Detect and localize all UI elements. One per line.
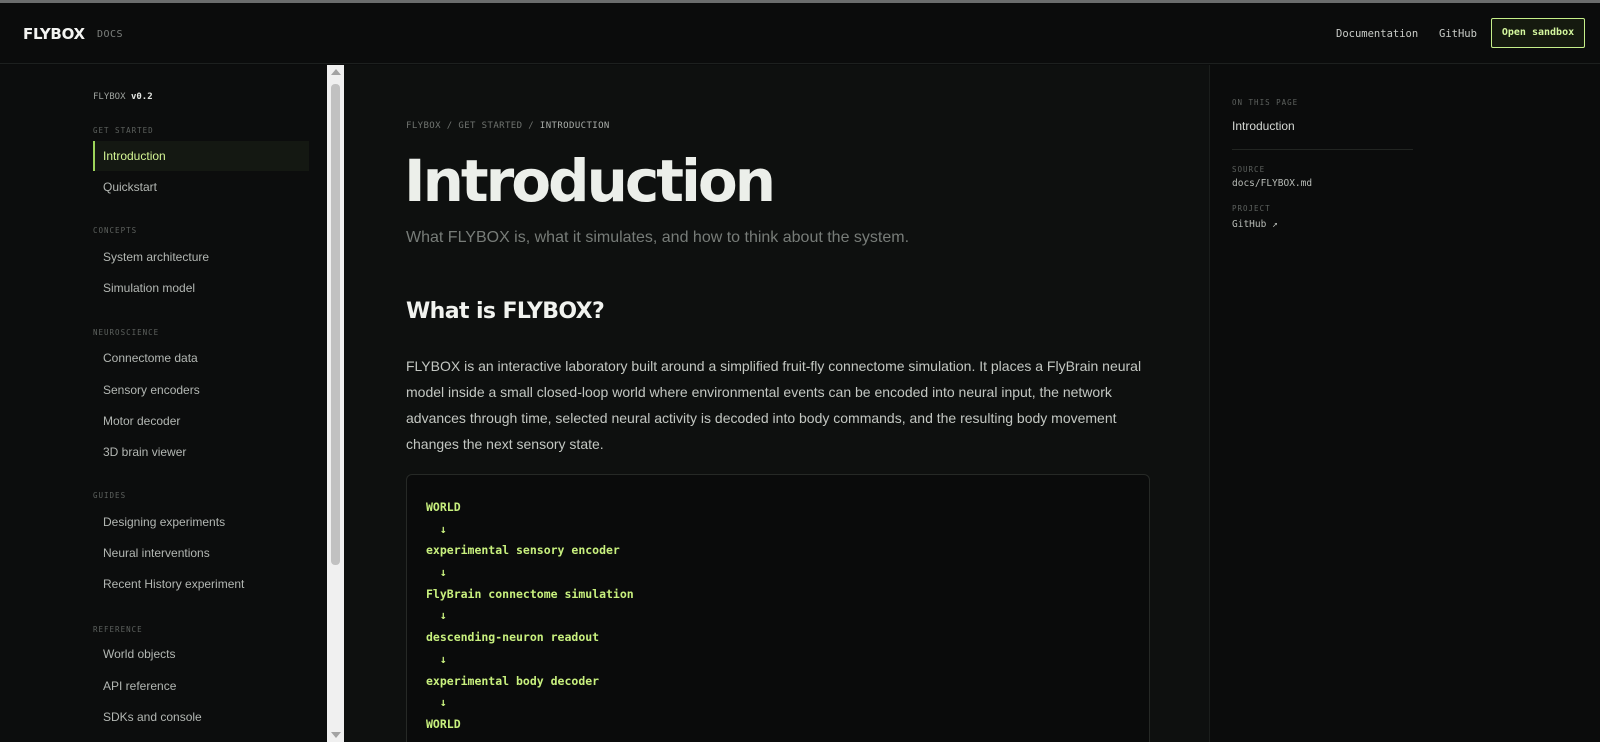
scroll-up-arrow-icon[interactable]	[331, 69, 341, 75]
version-label: FLYBOX v0.2	[93, 92, 153, 102]
page-title: Introduction	[404, 147, 776, 215]
section-title-reference: REFERENCE	[93, 625, 143, 634]
code-line: experimental body decoder	[426, 673, 600, 688]
breadcrumb-separator: /	[446, 121, 453, 131]
sidebar-item-world-objects[interactable]: World objects	[93, 639, 309, 669]
sidebar-item-simulation-model[interactable]: Simulation model	[93, 273, 309, 303]
page-subtitle: What FLYBOX is, what it simulates, and h…	[406, 229, 910, 246]
code-line: WORLD	[426, 500, 461, 514]
sidebar-item-connectome-data[interactable]: Connectome data	[93, 343, 309, 373]
brand-logo[interactable]: FLYBOX	[23, 25, 85, 43]
top-navbar: FLYBOX DOCS Documentation GitHub Open sa…	[0, 3, 1600, 64]
code-line: ↓	[426, 565, 447, 580]
nav-documentation-link[interactable]: Documentation	[1336, 28, 1418, 40]
sidebar-scrollbar[interactable]	[327, 65, 344, 742]
code-line: experimental sensory encoder	[426, 543, 620, 558]
sidebar-item-sensory-encoders[interactable]: Sensory encoders	[93, 375, 309, 405]
sidebar-item-neural-interventions[interactable]: Neural interventions	[93, 538, 309, 568]
sidebar-item-motor-decoder[interactable]: Motor decoder	[93, 406, 309, 436]
code-line: WORLD	[426, 716, 461, 731]
version-product: FLYBOX	[93, 92, 126, 102]
project-github-link[interactable]: GitHub ↗	[1232, 219, 1278, 230]
section-title-concepts: CONCEPTS	[93, 226, 138, 235]
section-title-get-started: GET STARTED	[93, 126, 154, 135]
code-line: ↓	[426, 608, 447, 623]
toc-heading: ON THIS PAGE	[1232, 98, 1299, 107]
sidebar-item-designing-experiments[interactable]: Designing experiments	[93, 507, 309, 537]
docs-sidebar: FLYBOX v0.2 GET STARTED Introduction Qui…	[0, 65, 327, 742]
source-label: SOURCE	[1232, 165, 1266, 174]
project-label: PROJECT	[1232, 204, 1271, 213]
code-line: ↓	[426, 695, 447, 710]
breadcrumb-current: INTRODUCTION	[539, 121, 610, 131]
nav-github-link[interactable]: GitHub	[1439, 28, 1477, 40]
breadcrumb-flybox[interactable]: FLYBOX	[406, 121, 441, 131]
sidebar-item-quickstart[interactable]: Quickstart	[93, 172, 309, 202]
main-content: FLYBOX / GET STARTED / INTRODUCTION Intr…	[344, 65, 1210, 742]
sidebar-item-introduction[interactable]: Introduction	[93, 141, 309, 171]
version-number: v0.2	[130, 92, 153, 102]
breadcrumb-get-started[interactable]: GET STARTED	[458, 121, 522, 131]
open-sandbox-button[interactable]: Open sandbox	[1491, 18, 1585, 48]
breadcrumb-separator: /	[528, 121, 535, 131]
intro-paragraph: FLYBOX is an interactive laboratory buil…	[406, 358, 1142, 452]
code-line: descending-neuron readout	[426, 630, 600, 645]
breadcrumb: FLYBOX / GET STARTED / INTRODUCTION	[406, 121, 610, 131]
scrollbar-thumb[interactable]	[331, 84, 340, 565]
section-heading: What is FLYBOX?	[406, 299, 605, 324]
sidebar-item-system-architecture[interactable]: System architecture	[93, 242, 309, 272]
toc-divider	[1232, 149, 1413, 150]
toc-item-introduction[interactable]: Introduction	[1232, 119, 1295, 133]
brand-docs-label: DOCS	[97, 29, 124, 40]
section-title-neuroscience: NEUROSCIENCE	[93, 328, 160, 337]
sidebar-item-recent-history-experiment[interactable]: Recent History experiment	[93, 569, 309, 599]
sidebar-item-sdks-and-console[interactable]: SDKs and console	[93, 702, 309, 732]
code-line: ↓	[426, 651, 447, 666]
table-of-contents: ON THIS PAGE Introduction SOURCE docs/FL…	[1211, 65, 1600, 742]
sidebar-item-3d-brain-viewer[interactable]: 3D brain viewer	[93, 437, 309, 467]
code-line: ↓	[426, 521, 447, 536]
code-block: WORLD ↓ experimental sensory encoder ↓ F…	[406, 474, 1150, 742]
section-title-guides: GUIDES	[93, 491, 127, 500]
scroll-down-arrow-icon[interactable]	[331, 732, 341, 738]
code-line: FlyBrain connectome simulation	[426, 586, 634, 601]
source-file-link[interactable]: docs/FLYBOX.md	[1232, 178, 1312, 189]
sidebar-item-api-reference[interactable]: API reference	[93, 671, 309, 701]
